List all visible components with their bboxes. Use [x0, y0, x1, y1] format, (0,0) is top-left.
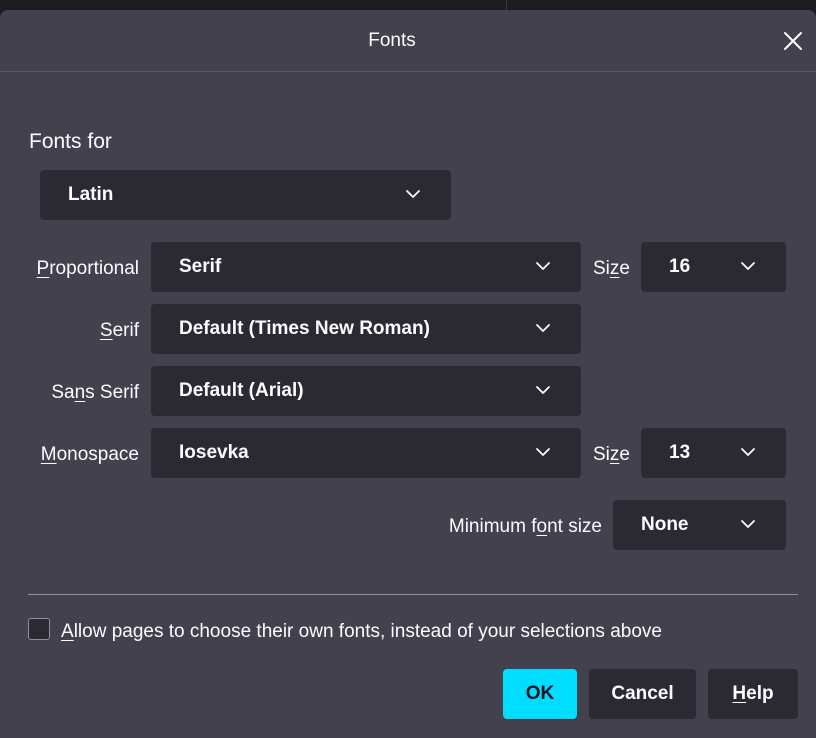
monospace-size-value: 13 — [669, 442, 691, 463]
fonts-for-heading: Fonts for — [29, 130, 112, 153]
dialog-title: Fonts — [368, 30, 416, 51]
section-divider — [28, 594, 798, 595]
sans-serif-label: Sans Serif — [51, 382, 139, 403]
sans-serif-select[interactable]: Default (Arial) — [151, 366, 581, 416]
chevron-down-icon — [536, 262, 550, 270]
proportional-size-label: Size — [593, 258, 630, 279]
sans-serif-select-value: Default (Arial) — [179, 380, 304, 401]
serif-label: Serif — [99, 320, 139, 341]
proportional-select[interactable]: Serif — [151, 242, 581, 292]
chevron-down-icon — [741, 448, 755, 456]
minimum-font-size-value: None — [641, 514, 689, 535]
close-icon — [784, 32, 802, 50]
proportional-label: Proportional — [36, 258, 139, 279]
fonts-dialog: Fonts Fonts for Latin Proportional Serif… — [0, 10, 816, 738]
chevron-down-icon — [741, 262, 755, 270]
cancel-button[interactable]: Cancel — [589, 669, 696, 719]
help-button[interactable]: Help — [708, 669, 798, 719]
chevron-down-icon — [536, 386, 550, 394]
monospace-select[interactable]: Iosevka — [151, 428, 581, 478]
allow-pages-label[interactable]: Allow pages to choose their own fonts, i… — [61, 621, 662, 643]
chevron-down-icon — [536, 448, 550, 456]
language-select-value: Latin — [68, 184, 114, 205]
serif-select-value: Default (Times New Roman) — [179, 318, 430, 339]
monospace-size-select[interactable]: 13 — [641, 428, 786, 478]
chevron-down-icon — [536, 324, 550, 332]
serif-select[interactable]: Default (Times New Roman) — [151, 304, 581, 354]
dialog-titlebar: Fonts — [0, 10, 816, 72]
minimum-font-size-label: Minimum font size — [448, 516, 602, 537]
monospace-label: Monospace — [40, 444, 139, 465]
monospace-select-value: Iosevka — [179, 442, 249, 463]
proportional-select-value: Serif — [179, 256, 222, 277]
minimum-font-size-select[interactable]: None — [613, 500, 786, 550]
chevron-down-icon — [406, 190, 420, 198]
ok-button[interactable]: OK — [503, 669, 577, 719]
chevron-down-icon — [741, 520, 755, 528]
close-button[interactable] — [776, 24, 810, 58]
proportional-size-select[interactable]: 16 — [641, 242, 786, 292]
monospace-size-label: Size — [593, 444, 630, 465]
language-select[interactable]: Latin — [40, 170, 451, 220]
proportional-size-value: 16 — [669, 256, 691, 277]
allow-pages-checkbox[interactable] — [28, 618, 50, 640]
